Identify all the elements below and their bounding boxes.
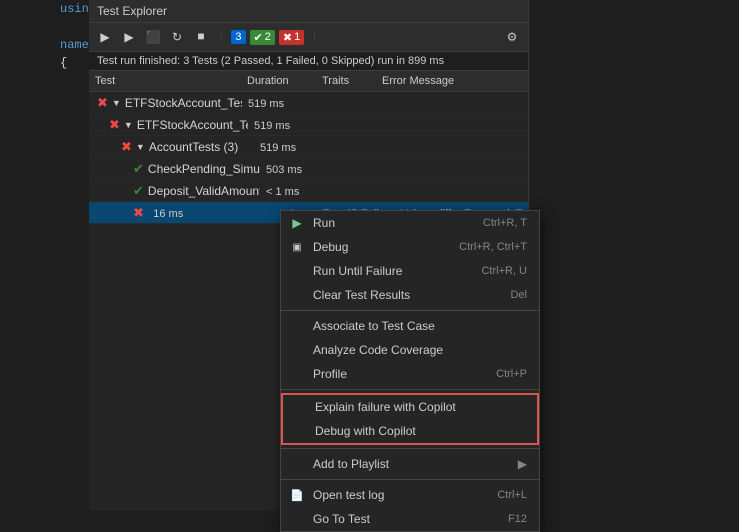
menu-item-profile[interactable]: Profile Ctrl+P	[281, 362, 539, 386]
badge-passed[interactable]: ✔ 2	[250, 30, 275, 45]
menu-item-debug-copilot[interactable]: Debug with Copilot	[283, 419, 537, 443]
toolbar-separator-1: |	[217, 29, 225, 45]
menu-shortcut-clear-results: Del	[510, 289, 527, 301]
debug-button[interactable]: ⬛	[143, 27, 163, 47]
duration-value: 519 ms	[254, 120, 290, 132]
duration-value: 519 ms	[260, 142, 296, 154]
test-status-bar: Test run finished: 3 Tests (2 Passed, 1 …	[89, 52, 528, 71]
menu-item-open-log[interactable]: 📄 Open test log Ctrl+L	[281, 483, 539, 507]
menu-label-debug: Debug	[313, 240, 348, 254]
duration-value: < 1 ms	[266, 186, 299, 198]
menu-divider-3	[281, 448, 539, 449]
duration-value: 503 ms	[266, 164, 302, 176]
expand-icon[interactable]: ▼	[112, 98, 121, 108]
rerun-button[interactable]: ↻	[167, 27, 187, 47]
menu-item-explain-copilot[interactable]: Explain failure with Copilot	[283, 395, 537, 419]
expand-icon[interactable]: ▼	[124, 120, 133, 130]
test-tree: ✖ ▼ ETFStockAccount_Tests (3) 519 ms ✖ ▼…	[89, 92, 528, 224]
menu-label-run-until-failure: Run Until Failure	[313, 264, 402, 278]
menu-label-profile: Profile	[313, 367, 347, 381]
menu-label-run: Run	[313, 216, 335, 230]
col-header-duration: Duration	[241, 73, 316, 89]
run-button[interactable]: ▶	[119, 27, 139, 47]
menu-divider-4	[281, 479, 539, 480]
submenu-arrow-icon: ▶	[518, 457, 527, 471]
menu-divider-2	[281, 389, 539, 390]
menu-item-debug[interactable]: ▣ Debug Ctrl+R, Ctrl+T	[281, 235, 539, 259]
badge-failed[interactable]: ✖ 1	[279, 30, 304, 45]
menu-item-add-playlist[interactable]: Add to Playlist ▶	[281, 452, 539, 476]
pass-icon: ✔	[133, 161, 144, 177]
run-icon: ▶	[289, 215, 305, 231]
fail-icon: ✖	[121, 139, 132, 155]
menu-label-add-playlist: Add to Playlist	[313, 457, 389, 471]
test-row[interactable]: ✖ ▼ ETFStockAccount_Tests (3) 519 ms	[89, 92, 528, 114]
pass-icon: ✔	[133, 183, 144, 199]
menu-item-run-until-failure[interactable]: Run Until Failure Ctrl+R, U	[281, 259, 539, 283]
test-row[interactable]: ✖ ▼ AccountTests (3) 519 ms	[89, 136, 528, 158]
context-menu: ▶ Run Ctrl+R, T ▣ Debug Ctrl+R, Ctrl+T R…	[280, 210, 540, 532]
col-header-test: Test	[89, 73, 241, 89]
test-name: ETFStockAccount_Tests (3)	[137, 118, 248, 132]
menu-item-run[interactable]: ▶ Run Ctrl+R, T	[281, 211, 539, 235]
menu-shortcut-debug: Ctrl+R, Ctrl+T	[459, 241, 527, 253]
duration-value: 519 ms	[248, 98, 284, 110]
menu-label-open-log: Open test log	[313, 488, 384, 502]
settings-button[interactable]: ⚙	[502, 27, 522, 47]
fail-icon: ✖	[109, 117, 120, 133]
menu-label-clear-results: Clear Test Results	[313, 288, 410, 302]
menu-shortcut-open-log: Ctrl+L	[497, 489, 527, 501]
menu-shortcut-go-to-test: F12	[508, 513, 527, 525]
menu-label-go-to-test: Go To Test	[313, 512, 370, 526]
test-row[interactable]: ✖ ▼ ETFStockAccount_Tests (3) 519 ms	[89, 114, 528, 136]
test-explorer-toolbar: ▶ ▶ ⬛ ↻ ■ | 3 ✔ 2 ✖ 1 | ⚙	[89, 23, 528, 52]
copilot-section: Explain failure with Copilot Debug with …	[281, 393, 539, 445]
test-name: Deposit_ValidAmount_Updates...	[148, 184, 260, 198]
menu-label-associate: Associate to Test Case	[313, 319, 435, 333]
test-table-header: Test Duration Traits Error Message	[89, 71, 528, 92]
menu-item-associate[interactable]: Associate to Test Case	[281, 314, 539, 338]
menu-label-analyze: Analyze Code Coverage	[313, 343, 443, 357]
menu-shortcut-run-until-failure: Ctrl+R, U	[481, 265, 527, 277]
open-log-icon: 📄	[289, 487, 305, 503]
fail-icon: ✖	[133, 205, 144, 221]
fail-icon: ✖	[97, 95, 108, 111]
toolbar-separator-2: |	[310, 29, 318, 45]
menu-item-analyze[interactable]: Analyze Code Coverage	[281, 338, 539, 362]
test-name: AccountTests (3)	[149, 140, 238, 154]
test-explorer-title: Test Explorer	[89, 0, 528, 23]
col-header-error: Error Message	[376, 73, 528, 89]
cancel-button[interactable]: ■	[191, 27, 211, 47]
test-row[interactable]: ✔ Deposit_ValidAmount_Updates... < 1 ms	[89, 180, 528, 202]
expand-icon[interactable]: ▼	[136, 142, 145, 152]
menu-label-explain-copilot: Explain failure with Copilot	[315, 400, 456, 414]
test-name: ETFStockAccount_Tests (3)	[125, 96, 242, 110]
test-name: CheckPending_SimulatesCalcu...	[148, 162, 260, 176]
run-all-button[interactable]: ▶	[95, 27, 115, 47]
test-row[interactable]: ✔ CheckPending_SimulatesCalcu... 503 ms	[89, 158, 528, 180]
menu-item-clear-results[interactable]: Clear Test Results Del	[281, 283, 539, 307]
debug-icon: ▣	[289, 239, 305, 255]
menu-label-debug-copilot: Debug with Copilot	[315, 424, 416, 438]
menu-divider-1	[281, 310, 539, 311]
badge-total[interactable]: 3	[231, 30, 245, 44]
col-header-traits: Traits	[316, 73, 376, 89]
menu-shortcut-profile: Ctrl+P	[496, 368, 527, 380]
menu-shortcut-run: Ctrl+R, T	[483, 217, 527, 229]
duration-value: 16 ms	[153, 208, 183, 220]
